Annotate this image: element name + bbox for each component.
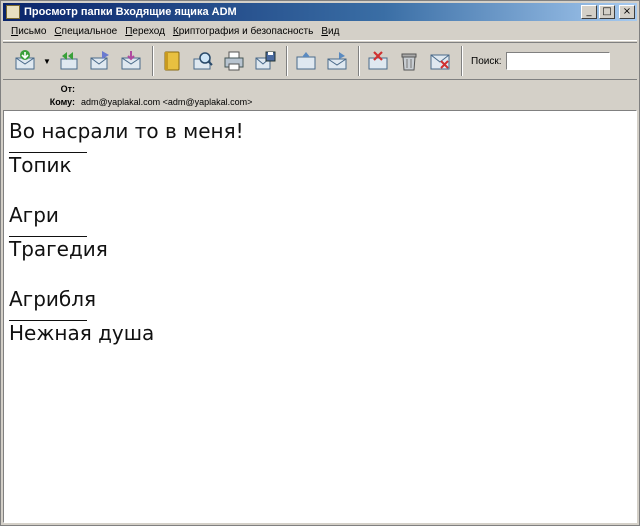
message-line: Агри xyxy=(9,203,59,227)
toolbar: ▼ Поиск: xyxy=(3,42,637,80)
forward-icon xyxy=(90,51,109,70)
title-bar[interactable]: Просмотр папки Входящие ящика ADM _ □ × xyxy=(3,3,637,21)
trash-button[interactable] xyxy=(395,47,423,75)
menu-crypto[interactable]: Криптография и безопасность xyxy=(173,26,313,37)
delete-button[interactable] xyxy=(426,47,454,75)
menu-letter-label: исьмо xyxy=(18,26,47,37)
message-line: Нежная душа xyxy=(9,321,155,345)
search-input[interactable] xyxy=(505,52,610,70)
message-line: Агрибля xyxy=(9,287,97,311)
address-book-icon xyxy=(164,51,180,71)
menu-view-label: ид xyxy=(328,26,340,37)
reply-all-icon xyxy=(60,52,78,70)
find-button[interactable] xyxy=(189,47,217,75)
mail-viewer-window: Просмотр папки Входящие ящика ADM _ □ × … xyxy=(0,0,640,526)
get-mail-button[interactable] xyxy=(11,47,39,75)
menu-crypto-label: риптография и безопасность xyxy=(178,26,314,37)
compose-button[interactable] xyxy=(117,47,145,75)
message-line: Трагедия xyxy=(9,237,108,261)
move-button[interactable] xyxy=(292,47,320,75)
menu-bar: Письмо Специальное Переход Криптография … xyxy=(3,23,637,41)
junk-mail-icon xyxy=(368,51,388,70)
address-book-button[interactable] xyxy=(158,47,186,75)
message-headers: От: Кому: adm@yaplakal.com <adm@yaplakal… xyxy=(3,81,637,109)
menu-special-label: пециальное xyxy=(61,26,118,37)
toolbar-separator xyxy=(152,46,154,76)
menu-go-label: ереход xyxy=(132,26,165,37)
from-row: От: xyxy=(3,82,637,95)
compose-icon xyxy=(121,51,141,70)
junk-button[interactable] xyxy=(364,47,392,75)
save-mail-icon xyxy=(255,51,276,70)
get-mail-icon xyxy=(15,50,35,70)
menu-special[interactable]: Специальное xyxy=(54,26,117,37)
app-icon xyxy=(6,5,20,19)
window-controls: _ □ × xyxy=(581,5,635,19)
reply-all-button[interactable] xyxy=(55,47,83,75)
copy-mail-icon xyxy=(327,52,347,70)
magnifier-icon xyxy=(193,52,213,70)
print-button[interactable] xyxy=(220,47,248,75)
delete-mail-icon xyxy=(430,54,450,70)
get-mail-dropdown[interactable]: ▼ xyxy=(42,47,52,75)
save-button[interactable] xyxy=(251,47,279,75)
toolbar-separator xyxy=(358,46,360,76)
to-label: Кому: xyxy=(49,96,75,107)
menu-view[interactable]: Вид xyxy=(321,26,339,37)
close-button[interactable]: × xyxy=(619,5,635,19)
menu-view-accel: В xyxy=(321,26,328,37)
from-label: От: xyxy=(60,83,75,94)
message-line: Топик xyxy=(9,153,72,177)
toolbar-separator xyxy=(286,46,288,76)
menu-letter[interactable]: Письмо xyxy=(11,26,46,37)
copy-button[interactable] xyxy=(323,47,351,75)
message-line: Во насрали то в меня! xyxy=(9,119,244,143)
maximize-button[interactable]: □ xyxy=(599,5,615,19)
printer-icon xyxy=(224,51,244,71)
to-row: Кому: adm@yaplakal.com <adm@yaplakal.com… xyxy=(3,95,637,108)
search-label: Поиск: xyxy=(471,55,502,67)
menu-special-accel: С xyxy=(54,26,62,37)
window-title: Просмотр папки Входящие ящика ADM xyxy=(24,6,237,18)
forward-button[interactable] xyxy=(86,47,114,75)
to-value[interactable]: adm@yaplakal.com <adm@yaplakal.com> xyxy=(81,97,252,107)
message-body[interactable]: Во насрали то в меня! Топик Агри Трагеди… xyxy=(3,110,637,523)
trash-icon xyxy=(401,53,417,71)
menu-go[interactable]: Переход xyxy=(125,26,165,37)
move-mail-icon xyxy=(296,52,316,70)
minimize-button[interactable]: _ xyxy=(581,5,597,19)
toolbar-separator xyxy=(461,46,463,76)
